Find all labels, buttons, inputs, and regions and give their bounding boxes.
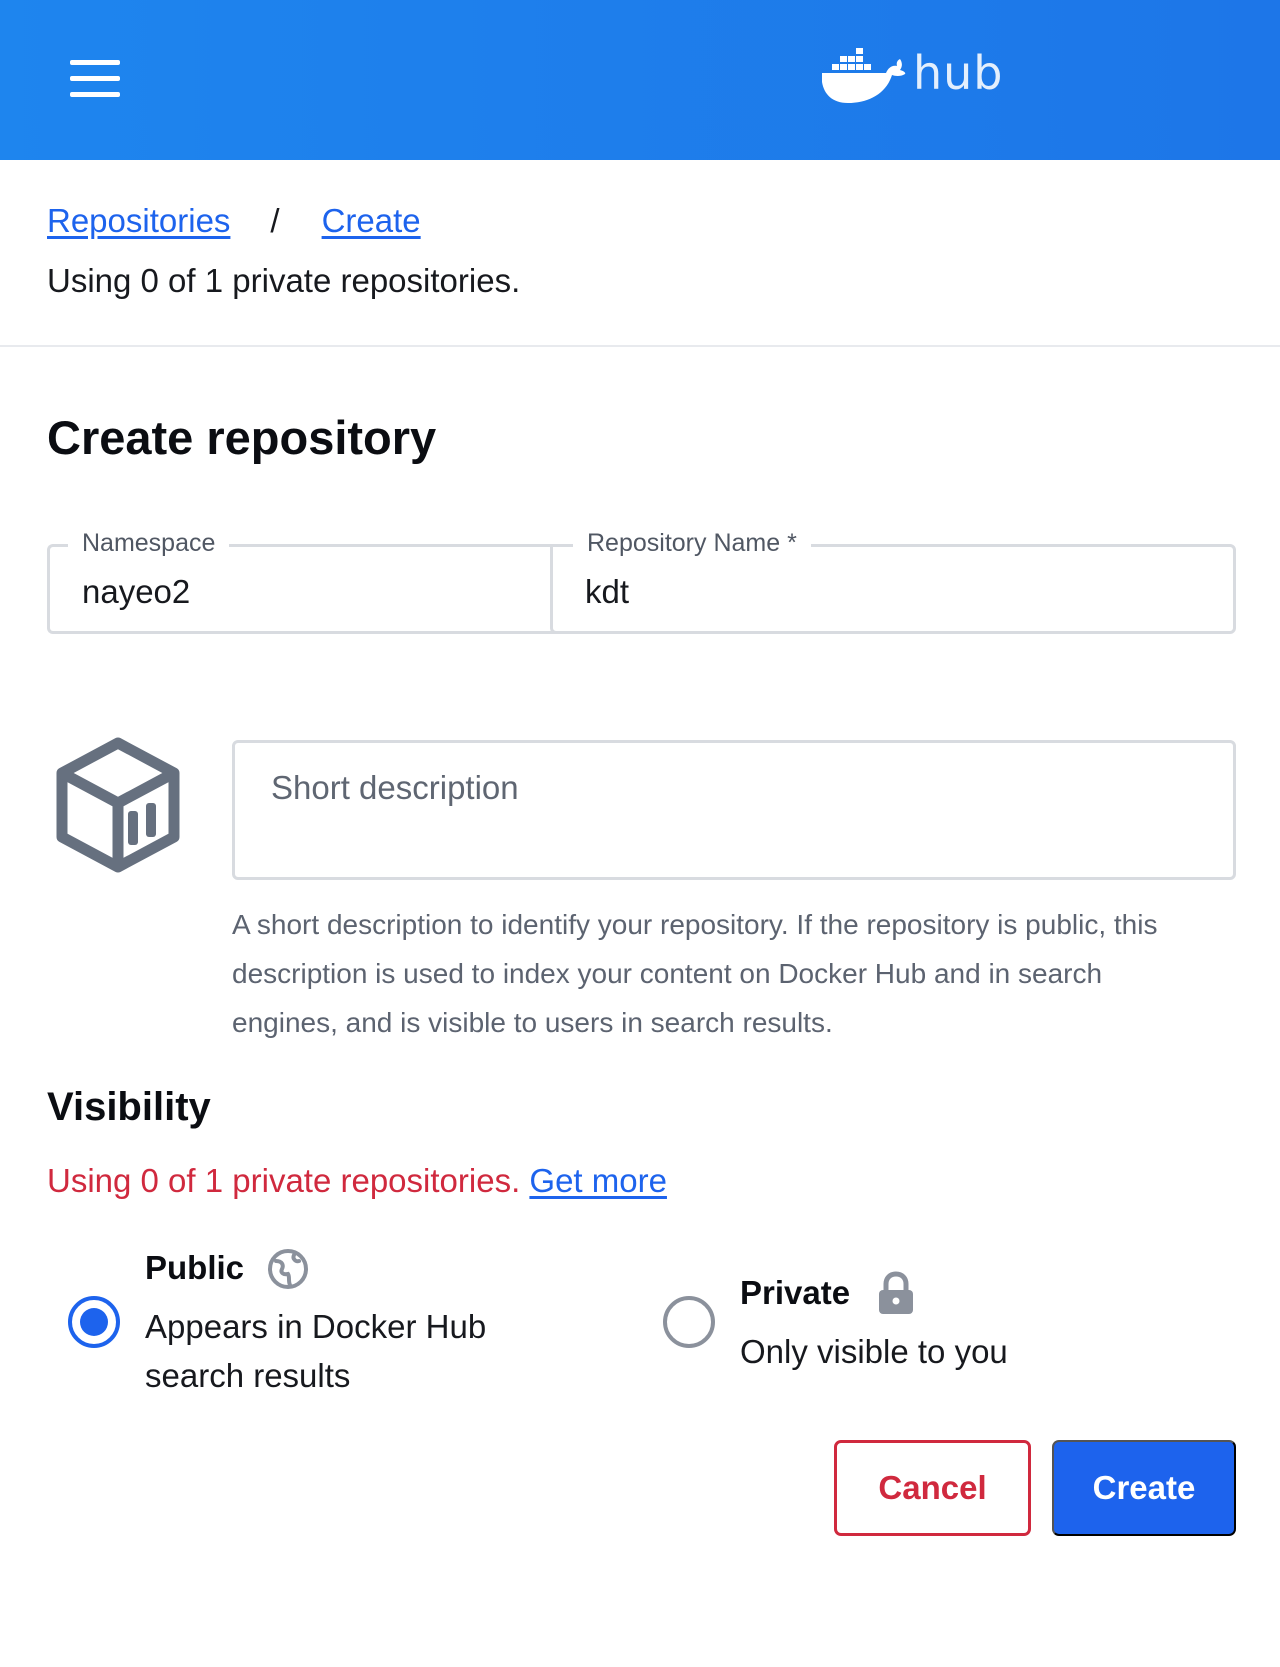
repository-name-label: Repository Name * [573, 529, 811, 558]
private-option-description[interactable]: Only visible to you [740, 1327, 1140, 1376]
repository-cube-icon [56, 737, 180, 873]
docker-hub-logo[interactable]: hub [820, 42, 1010, 108]
hamburger-menu-icon[interactable] [70, 60, 120, 98]
get-more-link[interactable]: Get more [529, 1162, 667, 1199]
repository-name-value[interactable]: kdt [585, 573, 629, 611]
logo-text: hub [913, 46, 1004, 100]
visibility-heading: Visibility [47, 1085, 211, 1129]
short-description-field[interactable]: Short description [232, 740, 1236, 880]
lock-icon [879, 1271, 913, 1314]
cancel-button[interactable]: Cancel [834, 1440, 1031, 1536]
visibility-usage-warning: Using 0 of 1 private repositories. Get m… [47, 1162, 667, 1200]
short-description-help-text: A short description to identify your rep… [232, 909, 1158, 1038]
namespace-label: Namespace [68, 529, 230, 558]
create-button[interactable]: Create [1052, 1440, 1236, 1536]
visibility-usage-text: Using 0 of 1 private repositories. [47, 1162, 521, 1199]
breadcrumb-repositories-link[interactable]: Repositories [47, 202, 230, 240]
section-divider [0, 345, 1280, 347]
public-radio[interactable] [68, 1296, 120, 1348]
breadcrumb: Repositories / Create [47, 202, 421, 240]
breadcrumb-separator: / [270, 202, 280, 239]
top-navigation-bar: hub [0, 0, 1280, 160]
page-title: Create repository [47, 411, 437, 464]
private-repo-usage-text: Using 0 of 1 private repositories. [47, 262, 521, 299]
globe-icon [268, 1249, 308, 1289]
namespace-value[interactable]: nayeo2 [82, 573, 190, 611]
private-option-title[interactable]: Private [740, 1274, 850, 1312]
breadcrumb-create-link[interactable]: Create [322, 202, 421, 240]
docker-whale-icon [822, 48, 906, 103]
private-radio[interactable] [663, 1296, 715, 1348]
public-option-description[interactable]: Appears in Docker Hub search results [145, 1302, 545, 1400]
public-option-title[interactable]: Public [145, 1249, 244, 1287]
repository-name-field[interactable]: Repository Name * kdt [550, 529, 1236, 634]
short-description-placeholder: Short description [271, 769, 519, 806]
namespace-field[interactable]: Namespace nayeo2 [47, 529, 557, 634]
